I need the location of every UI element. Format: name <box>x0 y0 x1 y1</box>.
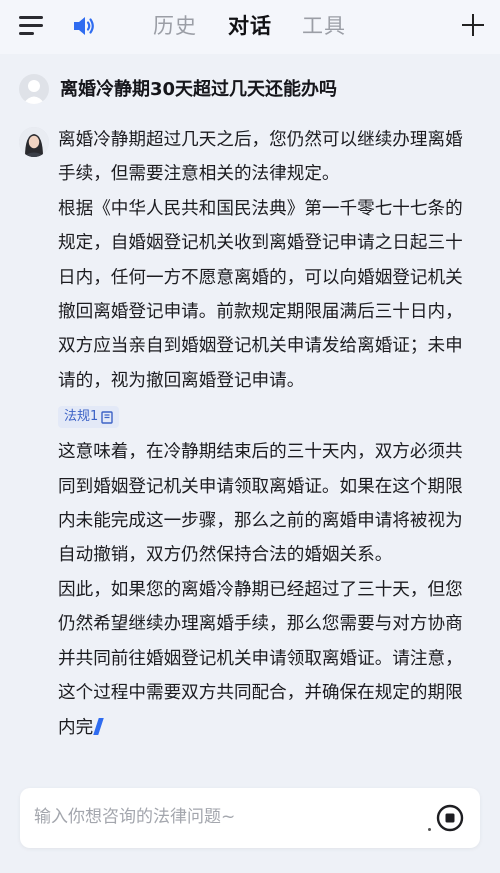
plus-icon[interactable] <box>462 14 484 36</box>
citation-tag-label: 法规1 <box>64 409 99 425</box>
tab-chat[interactable]: 对话 <box>228 12 272 40</box>
stop-icon[interactable] <box>436 804 464 832</box>
speaker-icon[interactable] <box>71 13 97 39</box>
citation-row: 法规1 <box>58 398 480 435</box>
question-input[interactable]: 输入你想咨询的法律问题~ <box>20 788 480 848</box>
user-avatar-icon <box>19 74 49 104</box>
question-text: 离婚冷静期30天超过几天还能办吗 <box>60 79 338 100</box>
assistant-avatar-icon <box>19 127 49 157</box>
user-question: 离婚冷静期30天超过几天还能办吗 <box>0 72 500 108</box>
input-placeholder: 输入你想咨询的法律问题~ <box>34 807 236 827</box>
answer-paragraph-text: 因此，如果您的离婚冷静期已经超过了三十天，但您仍然希望继续办理离婚手续，那么您需… <box>58 579 463 738</box>
menu-icon[interactable] <box>19 15 43 37</box>
citation-tag[interactable]: 法规1 <box>58 406 120 429</box>
top-bar: 历史 对话 工具 <box>0 0 500 54</box>
dot-indicator-icon <box>428 828 431 831</box>
tab-tools[interactable]: 工具 <box>302 12 346 40</box>
tab-history[interactable]: 历史 <box>153 12 197 40</box>
answer-paragraph: 这意味着，在冷静期结束后的三十天内，双方必须共同到婚姻登记机关申请领取离婚证。如… <box>58 442 463 566</box>
answer-paragraph: 离婚冷静期超过几天之后，您仍然可以继续办理离婚手续，但需要注意相关的法律规定。 <box>58 130 463 185</box>
typing-cursor-icon <box>93 717 104 735</box>
assistant-answer: 离婚冷静期超过几天之后，您仍然可以继续办理离婚手续，但需要注意相关的法律规定。 … <box>58 123 480 745</box>
book-icon <box>101 411 113 424</box>
answer-paragraph-last: 因此，如果您的离婚冷静期已经超过了三十天，但您仍然希望继续办理离婚手续，那么您需… <box>58 573 480 745</box>
answer-paragraph: 根据《中华人民共和国民法典》第一千零七十七条的规定，自婚姻登记机关收到离婚登记申… <box>58 198 463 391</box>
